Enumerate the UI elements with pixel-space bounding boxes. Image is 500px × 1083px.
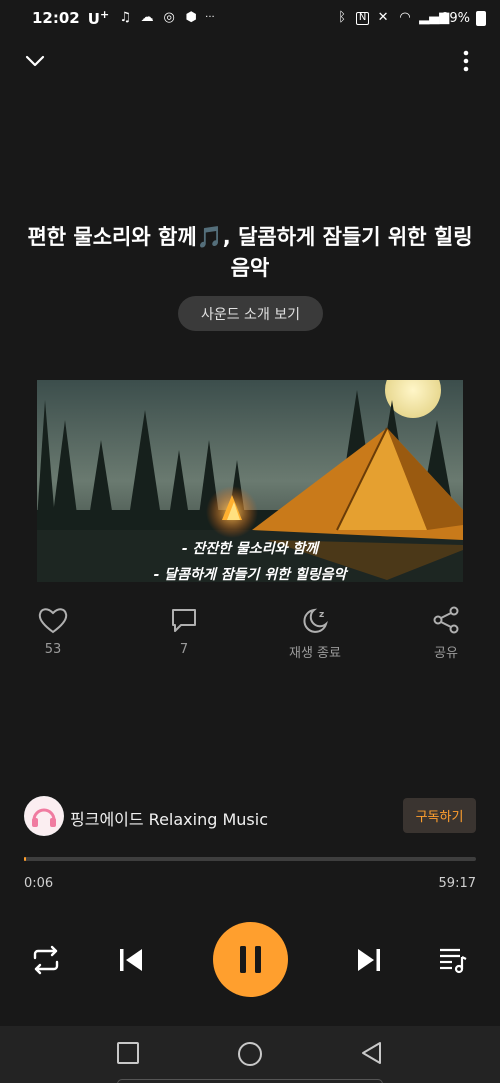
pause-button[interactable] (213, 922, 288, 997)
notification-icons: ♫ ☁ ◎ ⬢ ··· (117, 10, 215, 26)
status-time: 12:02 (32, 9, 80, 27)
carrier-label: U+ (87, 8, 110, 28)
channel-row: 핑크에이드 Relaxing Music 구독하기 (24, 796, 476, 836)
comment-count: 7 (179, 642, 189, 657)
chevron-down-icon[interactable] (22, 48, 48, 74)
playback-progress-bar[interactable] (24, 857, 476, 861)
music-note-icon: ♫ (119, 10, 131, 25)
current-time: 0:06 (24, 876, 54, 891)
status-bar: 12:02 U+ ♫ ☁ ◎ ⬢ ··· ᛒ N ✕ ◠ ▂▄▆ 99% (0, 0, 500, 36)
skip-next-icon[interactable] (356, 947, 382, 973)
heart-icon (38, 608, 68, 634)
playback-controls (0, 922, 500, 998)
nfc-icon: N (356, 11, 370, 25)
share-icon (433, 606, 459, 634)
comment-icon (172, 609, 196, 632)
player-top-bar (0, 44, 500, 80)
moon-timer-icon: z (303, 608, 328, 633)
pause-icon (240, 946, 261, 973)
channel-name[interactable]: 핑크에이드 Relaxing Music (70, 806, 268, 830)
progress-fill (24, 857, 27, 861)
comment-button[interactable]: 7 (144, 606, 224, 657)
cloud-icon: ☁ (140, 10, 154, 25)
repeat-icon[interactable] (30, 945, 62, 975)
signal-icon: ▂▄▆ (419, 10, 450, 25)
share-button[interactable]: 공유 (406, 606, 486, 661)
skip-previous-icon[interactable] (118, 947, 144, 973)
headset-icon: ◎ (163, 10, 175, 25)
cover-caption-line2: - 달콤하게 잠들기 위한 힐링음악 (153, 567, 347, 582)
sleep-timer-button[interactable]: z 재생 종료 (275, 606, 355, 661)
channel-avatar[interactable] (24, 796, 64, 836)
track-title: 편한 물소리와 함께🎵, 달콤하게 잠들기 위한 힐링음악 (27, 225, 473, 280)
recent-apps-icon[interactable] (116, 1041, 140, 1065)
package-icon: ⬢ (185, 10, 197, 25)
more-notifications-icon: ··· (205, 12, 215, 23)
like-count: 53 (44, 642, 62, 657)
pink-headphones-logo (25, 797, 63, 835)
playlist-icon[interactable] (438, 945, 468, 975)
system-icons: ᛒ N ✕ ◠ ▂▄▆ 99% (334, 10, 486, 26)
cover-art: - 잔잔한 물소리와 함께 - 달콤하게 잠들기 위한 힐링음악 (37, 380, 463, 582)
back-icon[interactable] (360, 1041, 384, 1065)
sound-intro-button[interactable]: 사운드 소개 보기 (178, 296, 323, 331)
battery-percent: 99% (441, 10, 470, 26)
mute-icon: ✕ (377, 10, 389, 25)
cover-caption-line1: - 잔잔한 물소리와 함께 (181, 541, 319, 557)
gesture-handle (117, 1079, 383, 1083)
battery-icon (476, 10, 486, 26)
share-label: 공유 (434, 646, 458, 661)
system-nav-bar (0, 1026, 500, 1083)
total-time: 59:17 (438, 876, 476, 891)
sleep-timer-label: 재생 종료 (289, 646, 341, 661)
svg-text:z: z (319, 610, 324, 620)
like-button[interactable]: 53 (13, 606, 93, 657)
bluetooth-icon: ᛒ (338, 10, 346, 25)
more-vertical-icon[interactable] (456, 48, 476, 74)
subscribe-button[interactable]: 구독하기 (403, 798, 476, 833)
home-icon[interactable] (237, 1041, 263, 1067)
wifi-icon: ◠ (399, 10, 411, 25)
track-actions: 53 7 z 재생 종료 공유 (0, 606, 500, 666)
